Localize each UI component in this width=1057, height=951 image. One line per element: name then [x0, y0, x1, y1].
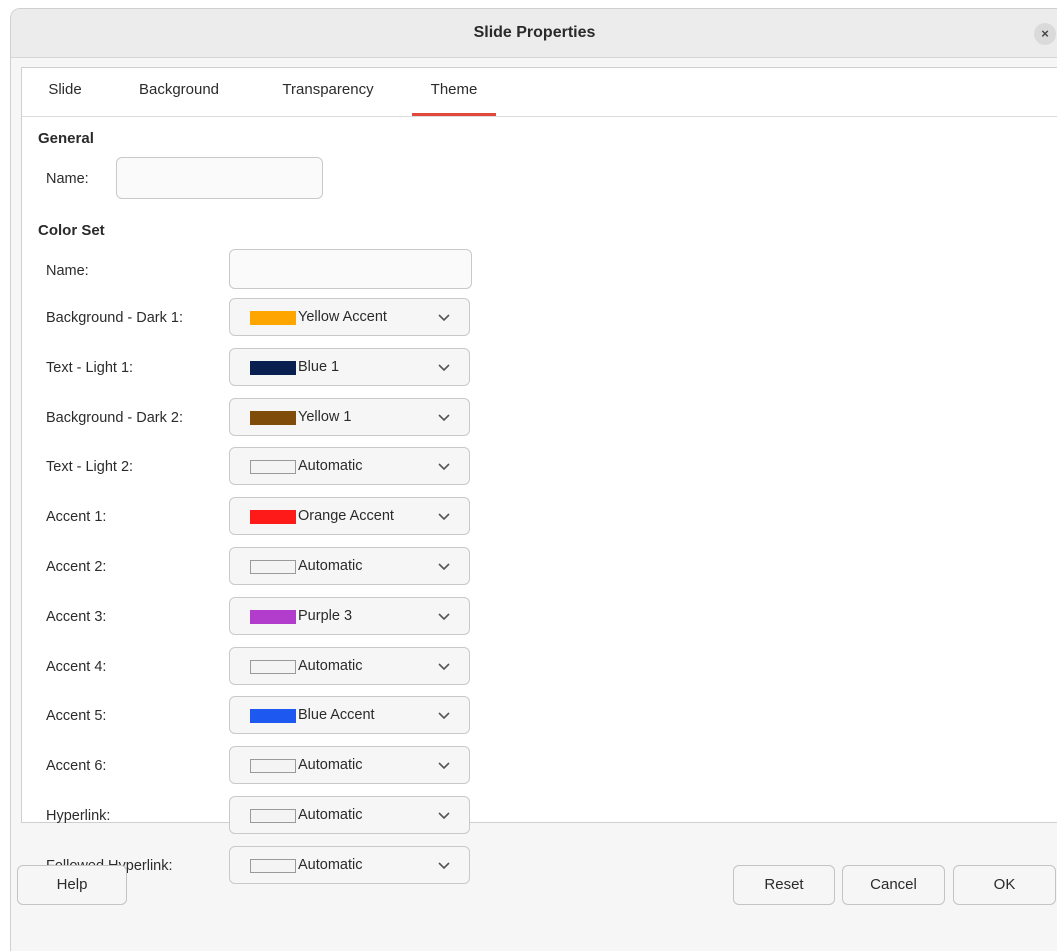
color-dropdown-value: Automatic [298, 558, 363, 574]
chevron-down-icon [438, 712, 450, 720]
color-set-name-input[interactable] [229, 249, 472, 289]
color-swatch-icon [250, 311, 296, 325]
chevron-down-icon [438, 414, 450, 422]
ok-button[interactable]: OK [953, 865, 1056, 905]
color-row-label: Text - Light 2: [46, 459, 134, 475]
color-dropdown-value: Orange Accent [298, 508, 394, 524]
color-dropdown[interactable]: Orange Accent [229, 497, 470, 535]
color-set-heading: Color Set [38, 222, 105, 239]
chevron-down-icon [438, 762, 450, 770]
color-dropdown[interactable]: Automatic [229, 846, 470, 884]
tab-theme[interactable]: Theme [412, 68, 496, 116]
chevron-down-icon [438, 563, 450, 571]
color-row-label: Accent 2: [46, 559, 107, 575]
color-row-label: Accent 6: [46, 758, 107, 774]
color-row-label: Text - Light 1: [46, 360, 134, 376]
color-dropdown[interactable]: Automatic [229, 647, 470, 685]
chevron-down-icon [438, 364, 450, 372]
color-row-label: Hyperlink: [46, 808, 111, 824]
color-swatch-icon [250, 709, 296, 723]
tab-transparency[interactable]: Transparency [264, 68, 392, 116]
tab-bar: Slide Background Transparency Theme [22, 68, 1057, 117]
chevron-down-icon [438, 862, 450, 870]
color-dropdown[interactable]: Yellow 1 [229, 398, 470, 436]
color-dropdown-value: Blue Accent [298, 707, 375, 723]
cancel-button[interactable]: Cancel [842, 865, 945, 905]
color-swatch-icon [250, 759, 296, 773]
chevron-down-icon [438, 663, 450, 671]
slide-properties-dialog: Slide Properties × Slide Background Tran… [10, 8, 1057, 951]
color-set-name-label: Name: [46, 263, 89, 279]
color-dropdown[interactable]: Purple 3 [229, 597, 470, 635]
color-swatch-icon [250, 809, 296, 823]
tab-slide[interactable]: Slide [36, 68, 94, 116]
color-swatch-icon [250, 560, 296, 574]
color-dropdown-value: Automatic [298, 807, 363, 823]
color-row-label: Background - Dark 2: [46, 410, 184, 426]
color-dropdown[interactable]: Automatic [229, 447, 470, 485]
dialog-title: Slide Properties [473, 24, 596, 41]
color-dropdown[interactable]: Automatic [229, 796, 470, 834]
chevron-down-icon [438, 314, 450, 322]
color-swatch-icon [250, 411, 296, 425]
chevron-down-icon [438, 812, 450, 820]
tab-background[interactable]: Background [124, 68, 234, 116]
color-dropdown-value: Automatic [298, 458, 363, 474]
chevron-down-icon [438, 513, 450, 521]
color-row-label: Accent 1: [46, 509, 107, 525]
color-row-label: Accent 4: [46, 659, 107, 675]
color-swatch-icon [250, 460, 296, 474]
color-dropdown-value: Yellow 1 [298, 409, 352, 425]
general-name-label: Name: [46, 171, 89, 187]
title-bar: Slide Properties × [11, 9, 1057, 58]
color-swatch-icon [250, 510, 296, 524]
general-name-input[interactable] [116, 157, 323, 199]
color-row-label: Accent 3: [46, 609, 107, 625]
color-swatch-icon [250, 610, 296, 624]
color-dropdown-value: Automatic [298, 857, 363, 873]
color-dropdown[interactable]: Yellow Accent [229, 298, 470, 336]
chevron-down-icon [438, 463, 450, 471]
color-row-label: Background - Dark 1: [46, 310, 184, 326]
color-row-label: Accent 5: [46, 708, 107, 724]
color-dropdown-value: Yellow Accent [298, 309, 387, 325]
general-heading: General [38, 130, 94, 147]
color-dropdown-value: Automatic [298, 658, 363, 674]
help-button[interactable]: Help [17, 865, 127, 905]
chevron-down-icon [438, 613, 450, 621]
color-dropdown[interactable]: Automatic [229, 746, 470, 784]
color-dropdown[interactable]: Blue Accent [229, 696, 470, 734]
color-swatch-icon [250, 361, 296, 375]
color-dropdown-value: Automatic [298, 757, 363, 773]
color-dropdown[interactable]: Blue 1 [229, 348, 470, 386]
tab-content-panel: Slide Background Transparency Theme Gene… [21, 67, 1057, 884]
color-dropdown-value: Purple 3 [298, 608, 353, 624]
close-button[interactable]: × [1034, 23, 1056, 45]
color-dropdown-value: Blue 1 [298, 359, 340, 375]
color-swatch-icon [250, 660, 296, 674]
reset-button[interactable]: Reset [733, 865, 835, 905]
color-swatch-icon [250, 859, 296, 873]
color-dropdown[interactable]: Automatic [229, 547, 470, 585]
